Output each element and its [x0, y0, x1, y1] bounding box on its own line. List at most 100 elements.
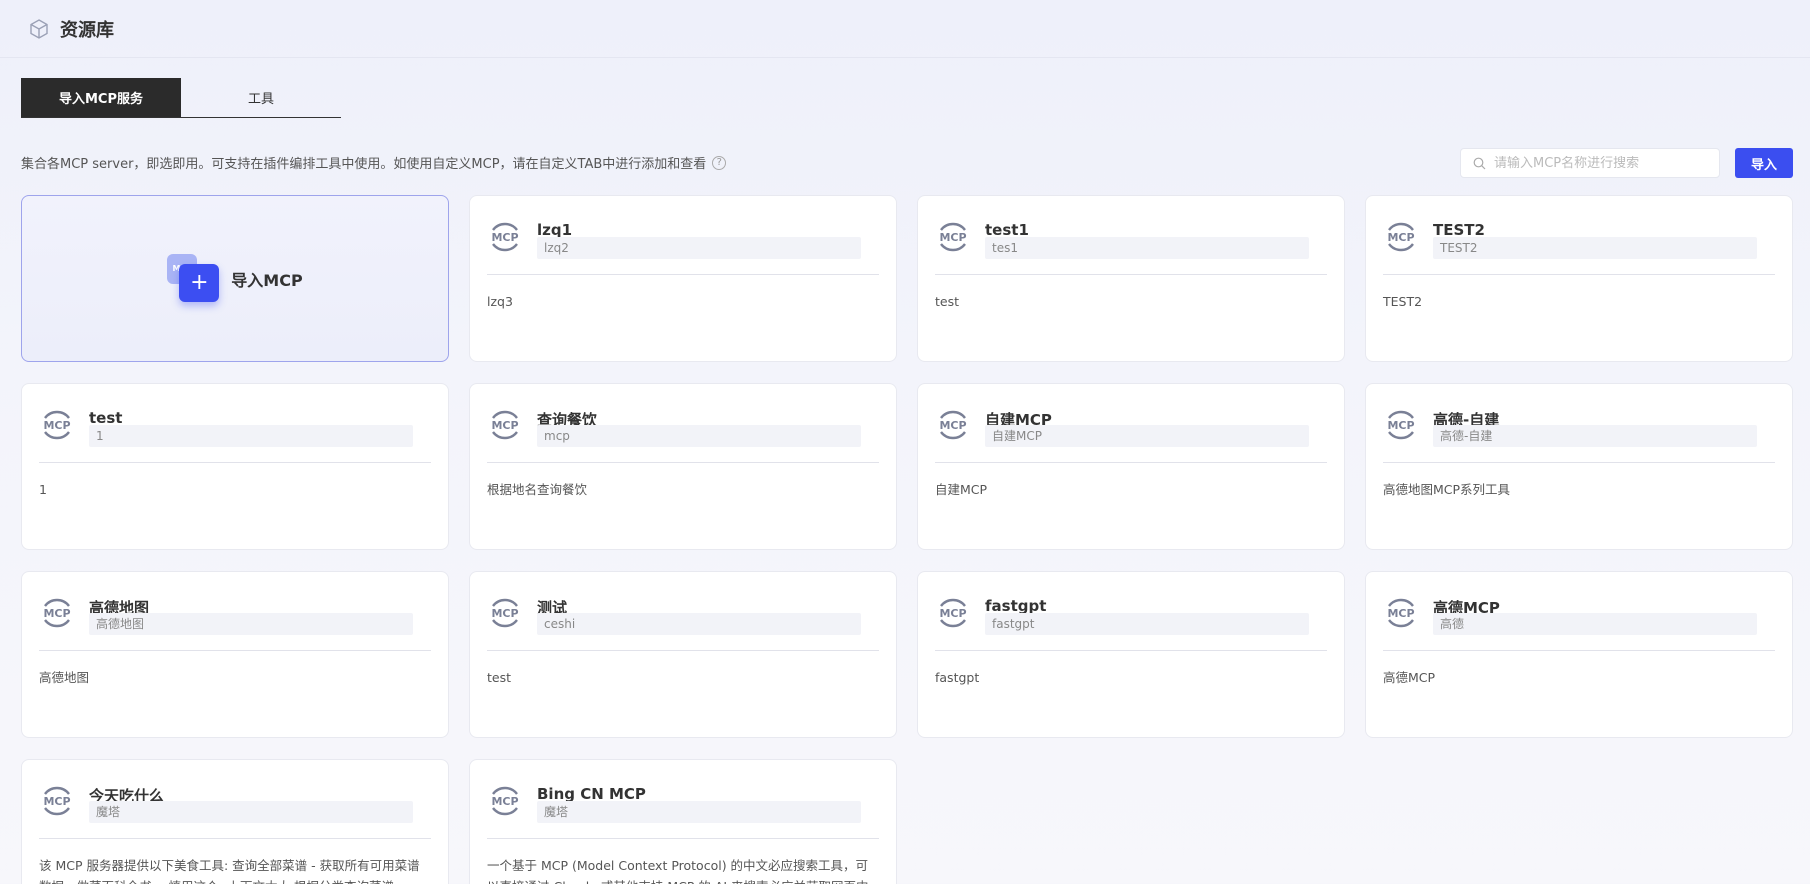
card-header: MCP TEST2 TEST2 — [1383, 217, 1775, 259]
mcp-logo-icon: MCP — [491, 222, 519, 252]
add-icon: + — [179, 263, 220, 302]
mcp-card-9[interactable]: MCP fastgpt fastgpt fastgpt — [917, 571, 1345, 738]
card-header: MCP Bing CN MCP 魔塔 — [487, 781, 879, 823]
svg-text:MCP: MCP — [491, 419, 518, 432]
card-divider — [1383, 462, 1775, 463]
mcp-logo-icon: MCP — [43, 786, 71, 816]
svg-text:MCP: MCP — [1387, 607, 1414, 620]
card-header: MCP 测试 ceshi — [487, 593, 879, 635]
import-mcp-card[interactable]: MCP + 导入MCP — [21, 195, 449, 362]
card-description: 根据地名查询餐饮 — [487, 482, 588, 497]
mcp-card-6[interactable]: MCP 高德-自建 高德-自建 高德地图MCP系列工具 — [1365, 383, 1793, 550]
mcp-card-11[interactable]: MCP 今天吃什么 魔塔 该 MCP 服务器提供以下美食工具: 查询全部菜谱 -… — [21, 759, 449, 884]
card-description: 高德地图 — [39, 670, 90, 685]
mcp-logo-icon: MCP — [491, 598, 519, 628]
mcp-card-1[interactable]: MCP test1 tes1 test — [917, 195, 1345, 362]
card-tag: 自建MCP — [985, 425, 1309, 447]
mcp-card-0[interactable]: MCP lzq1 lzq2 lzq3 — [469, 195, 897, 362]
card-description: TEST2 — [1383, 294, 1423, 309]
mcp-card-3[interactable]: MCP test 1 1 — [21, 383, 449, 550]
card-header: MCP lzq1 lzq2 — [487, 217, 879, 259]
card-divider — [935, 650, 1327, 651]
card-divider — [487, 274, 879, 275]
page-header: 资源库 — [0, 0, 1810, 58]
card-header: MCP fastgpt fastgpt — [935, 593, 1327, 635]
mcp-logo-icon: MCP — [491, 786, 519, 816]
card-divider — [935, 274, 1327, 275]
card-divider — [487, 838, 879, 839]
card-divider — [1383, 650, 1775, 651]
card-tag: tes1 — [985, 237, 1309, 259]
tab-bar: 导入MCP服务 工具 — [21, 78, 341, 118]
mcp-logo-icon: MCP — [1387, 598, 1415, 628]
mcp-card-2[interactable]: MCP TEST2 TEST2 TEST2 — [1365, 195, 1793, 362]
mcp-card-12[interactable]: MCP Bing CN MCP 魔塔 一个基于 MCP (Model Conte… — [469, 759, 897, 884]
tab-tools[interactable]: 工具 — [181, 78, 341, 117]
card-header: MCP 今天吃什么 魔塔 — [39, 781, 431, 823]
card-header: MCP 高德-自建 高德-自建 — [1383, 405, 1775, 447]
card-divider — [39, 838, 431, 839]
card-description: 1 — [39, 482, 47, 497]
card-tag: fastgpt — [985, 613, 1309, 635]
card-tag: TEST2 — [1433, 237, 1757, 259]
card-tag: 高德-自建 — [1433, 425, 1757, 447]
svg-text:MCP: MCP — [491, 795, 518, 808]
card-header: MCP test1 tes1 — [935, 217, 1327, 259]
import-mcp-label: 导入MCP — [231, 270, 303, 290]
help-icon[interactable]: ? — [712, 155, 727, 170]
search-input[interactable] — [1494, 155, 1714, 171]
svg-text:MCP: MCP — [939, 419, 966, 432]
card-tag: 高德 — [1433, 613, 1757, 635]
card-tag: 魔塔 — [89, 801, 413, 823]
svg-text:MCP: MCP — [491, 231, 518, 244]
svg-text:MCP: MCP — [491, 607, 518, 620]
mcp-card-10[interactable]: MCP 高德MCP 高德 高德MCP — [1365, 571, 1793, 738]
svg-text:MCP: MCP — [43, 607, 70, 620]
card-description: 自建MCP — [935, 482, 988, 497]
svg-text:MCP: MCP — [43, 795, 70, 808]
card-description: 高德地图MCP系列工具 — [1383, 482, 1511, 497]
card-divider — [39, 462, 431, 463]
page-title: 资源库 — [60, 19, 114, 41]
card-tag: mcp — [537, 425, 861, 447]
cube-icon — [30, 18, 48, 39]
card-header: MCP 自建MCP 自建MCP — [935, 405, 1327, 447]
card-header: MCP 查询餐饮 mcp — [487, 405, 879, 447]
svg-text:MCP: MCP — [939, 231, 966, 244]
mcp-logo-icon: MCP — [939, 410, 967, 440]
card-description: test — [935, 294, 960, 309]
search-box — [1460, 148, 1720, 178]
card-tag: 魔塔 — [537, 801, 861, 823]
card-header: MCP 高德地图 高德地图 — [39, 593, 431, 635]
card-header: MCP test 1 — [39, 405, 431, 447]
svg-text:MCP: MCP — [43, 419, 70, 432]
card-divider — [935, 462, 1327, 463]
mcp-logo-icon: MCP — [43, 598, 71, 628]
card-tag: 1 — [89, 425, 413, 447]
mcp-card-8[interactable]: MCP 测试 ceshi test — [469, 571, 897, 738]
card-tag: ceshi — [537, 613, 861, 635]
mcp-logo-icon: MCP — [939, 598, 967, 628]
card-tag: lzq2 — [537, 237, 861, 259]
card-divider — [487, 462, 879, 463]
mcp-card-7[interactable]: MCP 高德地图 高德地图 高德地图 — [21, 571, 449, 738]
card-header: MCP 高德MCP 高德 — [1383, 593, 1775, 635]
card-tag: 高德地图 — [89, 613, 413, 635]
card-description: test — [487, 670, 512, 685]
mcp-logo-icon: MCP — [491, 410, 519, 440]
card-description: lzq3 — [487, 294, 513, 309]
card-description: 高德MCP — [1383, 670, 1436, 685]
card-description: 该 MCP 服务器提供以下美食工具: 查询全部菜谱 - 获取所有可用菜谱数据，做… — [39, 858, 420, 884]
tab-import-mcp[interactable]: 导入MCP服务 — [21, 78, 181, 117]
mcp-logo-icon: MCP — [1387, 410, 1415, 440]
mcp-logo-icon: MCP — [1387, 222, 1415, 252]
search-icon — [1473, 157, 1486, 169]
svg-text:MCP: MCP — [939, 607, 966, 620]
card-description: fastgpt — [935, 670, 980, 685]
mcp-card-4[interactable]: MCP 查询餐饮 mcp 根据地名查询餐饮 — [469, 383, 897, 550]
card-divider — [39, 650, 431, 651]
mcp-card-5[interactable]: MCP 自建MCP 自建MCP 自建MCP — [917, 383, 1345, 550]
card-divider — [1383, 274, 1775, 275]
import-button[interactable]: 导入 — [1735, 148, 1793, 178]
mcp-logo-icon: MCP — [43, 410, 71, 440]
